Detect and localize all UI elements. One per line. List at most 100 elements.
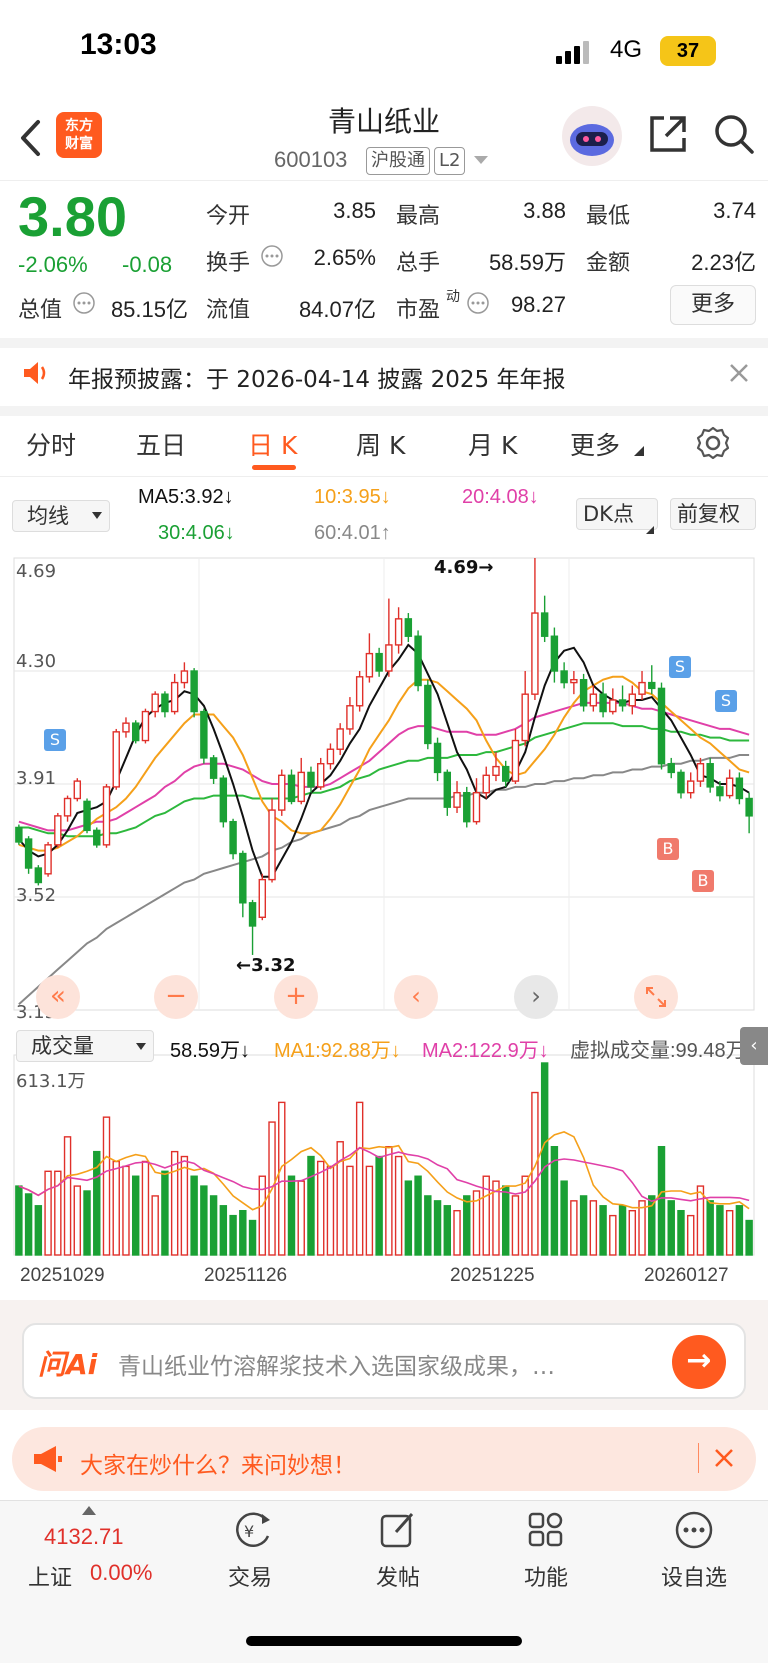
fullscreen-icon[interactable] — [634, 975, 678, 1019]
tab-monthly-k[interactable]: 月 K — [468, 426, 517, 462]
adjust-button[interactable]: 前复权 — [670, 498, 756, 530]
info-icon[interactable] — [466, 291, 490, 315]
notice-text[interactable]: 年报预披露：于 2026-04-14 披露 2025 年年报 — [68, 360, 565, 394]
volume-bar — [433, 1200, 442, 1256]
candle-body — [93, 829, 101, 846]
stock-code: 600103 — [274, 147, 348, 172]
volume-label: 总手 — [396, 251, 441, 276]
candle-body — [550, 635, 559, 672]
sell-signal[interactable]: S — [669, 656, 691, 678]
volume-bar — [287, 1175, 296, 1256]
tab-more[interactable]: 更多 — [570, 426, 620, 462]
index-value[interactable]: 4132.71 — [44, 1524, 124, 1550]
volume-max-tick: 613.1万 — [16, 1071, 86, 1092]
buy-signal[interactable]: B — [692, 870, 714, 892]
tab-intraday[interactable]: 分时 — [26, 426, 76, 462]
candle-body — [482, 774, 490, 794]
speaker-icon — [24, 362, 46, 384]
volume-bar — [716, 1205, 724, 1256]
share-icon[interactable] — [646, 112, 690, 156]
tab-daily-k[interactable]: 日 K — [248, 426, 297, 462]
candle-body — [424, 684, 432, 745]
volume-bar — [375, 1155, 383, 1256]
volume-bar — [209, 1195, 218, 1256]
close-icon[interactable] — [714, 1448, 734, 1468]
min-price-value: 3.32 — [251, 955, 296, 976]
edit-icon[interactable] — [378, 1510, 418, 1550]
more-button[interactable]: 更多 — [670, 285, 756, 325]
info-icon[interactable] — [72, 291, 96, 315]
scroll-right-button[interactable]: › — [514, 975, 558, 1019]
volume-ma1: MA1:92.88万↓ — [274, 1040, 401, 1062]
grid-icon[interactable] — [526, 1510, 566, 1550]
candle-body — [706, 763, 714, 788]
search-icon[interactable] — [712, 112, 756, 156]
robot-assistant-icon[interactable] — [560, 104, 624, 168]
nav-post[interactable]: 发帖 — [338, 1560, 458, 1592]
candle-body — [599, 693, 607, 713]
expand-panel-button[interactable]: ‹ — [740, 1027, 768, 1065]
candle-body — [297, 771, 305, 803]
volume-bar — [657, 1145, 666, 1256]
candle-body — [453, 791, 461, 808]
float-value: 84.07亿 — [298, 297, 376, 322]
candle-body — [696, 763, 705, 782]
zoom-out-button[interactable]: − — [154, 975, 198, 1019]
candle-body — [15, 826, 23, 843]
sell-signal[interactable]: S — [715, 690, 737, 712]
float-label: 流值 — [206, 298, 251, 323]
scroll-start-button[interactable]: « — [36, 975, 80, 1019]
candle-body — [443, 771, 452, 808]
volume-ma2: MA2:122.9万↓ — [422, 1040, 549, 1062]
volume-bar — [501, 1185, 510, 1256]
candle-body — [745, 797, 753, 817]
volume-bar — [618, 1205, 627, 1256]
candle-body — [34, 867, 43, 884]
kline-chart[interactable] — [0, 550, 768, 1280]
sell-signal[interactable]: S — [44, 729, 66, 751]
high-value: 3.88 — [523, 198, 566, 223]
connect-tag: 沪股通 — [366, 147, 430, 175]
yen-circle-icon[interactable]: ¥ — [230, 1510, 274, 1550]
dropdown-icon[interactable] — [474, 156, 488, 166]
volume-bar — [219, 1205, 228, 1256]
max-price-label: 4.69→ — [434, 557, 494, 578]
buy-signal[interactable]: B — [657, 838, 679, 860]
tab-five-day[interactable]: 五日 — [136, 426, 186, 462]
index-change[interactable]: 0.00% — [90, 1560, 152, 1586]
ask-ai-prompt[interactable]: 青山纸业竹溶解浆技术入选国家级成果，… — [118, 1347, 658, 1381]
nav-trade[interactable]: 交易 — [190, 1560, 310, 1592]
ma30-value: 30:4.06↓ — [158, 522, 235, 544]
candle-body — [716, 786, 724, 797]
more-dots-icon[interactable] — [674, 1510, 714, 1550]
volume-bar — [463, 1195, 471, 1256]
volume-bar — [599, 1205, 607, 1256]
candle-body — [531, 612, 539, 695]
candle-body — [355, 676, 364, 707]
tab-weekly-k[interactable]: 周 K — [356, 426, 405, 462]
candle-body — [54, 815, 62, 846]
volume-bar — [307, 1155, 315, 1256]
ma10-value: 10:3.95↓ — [314, 486, 391, 508]
amount-label: 金额 — [586, 251, 631, 276]
candle-body — [648, 681, 656, 690]
settings-icon[interactable] — [696, 426, 730, 460]
nav-features[interactable]: 功能 — [486, 1560, 606, 1592]
index-name[interactable]: 上证 — [28, 1560, 72, 1592]
volume-bar — [609, 1214, 617, 1256]
nav-add-watchlist[interactable]: 设自选 — [634, 1560, 754, 1592]
indicator-select[interactable]: 成交量 — [16, 1030, 154, 1062]
volume-bar — [278, 1101, 286, 1256]
zoom-in-button[interactable]: + — [274, 975, 318, 1019]
candle-body — [492, 765, 500, 777]
candle-body — [609, 699, 617, 713]
close-icon[interactable] — [728, 362, 750, 384]
volume-bar — [297, 1180, 305, 1256]
candle-body — [239, 852, 247, 904]
info-icon[interactable] — [260, 244, 284, 268]
volume-bar — [725, 1209, 734, 1256]
scroll-left-button[interactable]: ‹ — [394, 975, 438, 1019]
candle-body — [307, 771, 315, 788]
ask-send-button[interactable]: → — [672, 1335, 726, 1389]
candle-body — [24, 838, 33, 869]
